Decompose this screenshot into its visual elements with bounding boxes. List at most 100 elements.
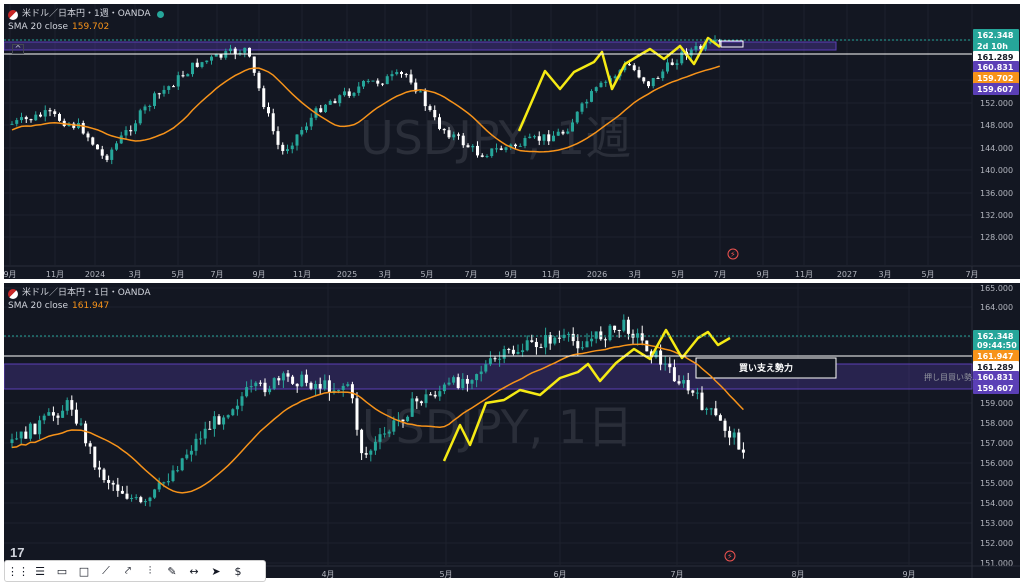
candle-body [110, 149, 114, 160]
x-axis-label: 11月 [46, 270, 64, 279]
candle-body [79, 423, 83, 425]
candle-body [534, 341, 538, 348]
daily-sma-label[interactable]: SMA 20 close [8, 300, 68, 313]
candle-body [38, 420, 42, 435]
candle-body [677, 381, 681, 384]
callout-icon[interactable]: ▭ [52, 562, 72, 580]
daily-legend: 米ドル／日本円・1日・OANDA SMA 20 close 161.947 [8, 287, 150, 313]
brush-icon[interactable]: ✎ [162, 562, 182, 580]
candle-body [571, 122, 574, 132]
candle-body [419, 91, 422, 93]
y-axis-label: 154.000 [980, 499, 1013, 508]
candle-body [567, 333, 571, 335]
position-icon[interactable]: ⫶ [140, 562, 160, 580]
candle-body [571, 333, 575, 342]
candle-body [88, 443, 92, 447]
drag-handle-icon[interactable]: ⋮⋮ [7, 562, 29, 580]
candle-body [723, 420, 727, 431]
candle-body [51, 412, 55, 416]
measure-icon[interactable]: ↔ [184, 562, 204, 580]
candle-body [566, 131, 570, 134]
candle-body [429, 394, 433, 396]
candle-body [708, 42, 712, 44]
candle-body [172, 86, 175, 88]
rectangle-icon[interactable]: □ [74, 562, 94, 580]
price-tag-label: 161.947 [977, 352, 1013, 361]
candle-body [409, 74, 413, 83]
weekly-legend: 米ドル／日本円・1週・OANDA SMA 20 close 159.702 [8, 8, 165, 34]
x-axis-label: 2024 [85, 270, 105, 279]
candle-body [134, 123, 137, 132]
candle-body [626, 319, 630, 334]
weekly-symbol-title[interactable]: 米ドル／日本円・1週・OANDA [22, 8, 150, 21]
candle-body [542, 134, 546, 141]
candle-body [695, 392, 699, 394]
candle-body [111, 482, 115, 485]
candle-body [670, 62, 674, 65]
weekly-sma-value: 159.702 [72, 22, 110, 32]
candle-body [167, 86, 171, 90]
candle-body [604, 81, 608, 83]
candle-body [714, 408, 718, 416]
candle-body [43, 110, 47, 117]
candle-body [533, 136, 536, 138]
cursor-icon[interactable]: ➤ [206, 562, 226, 580]
candle-body [490, 148, 494, 157]
candle-body [56, 415, 60, 418]
candle-body [248, 47, 251, 57]
candle-body [328, 101, 332, 105]
weekly-collapse-legend-button[interactable]: ^ [12, 44, 24, 54]
candle-body [324, 104, 327, 113]
dollar-icon[interactable]: $ [228, 562, 248, 580]
candle-body [387, 431, 391, 434]
candle-body [337, 389, 341, 391]
candle-body [295, 383, 299, 387]
weekly-chart-panel[interactable]: 164.000156.000152.000148.000144.000140.0… [4, 4, 1020, 279]
candle-body [447, 382, 451, 385]
drawing-toolbar: ⋮⋮ ☰ ▭ □ ⟋ ⤤ ⫶ ✎ ↔ ➤ $ [4, 560, 266, 582]
trendline-icon[interactable]: ⟋ [96, 562, 116, 580]
candle-body [373, 441, 377, 451]
candle-body [661, 71, 665, 79]
weekly-sma-label[interactable]: SMA 20 close [8, 21, 68, 34]
candle-body [537, 136, 541, 141]
candle-body [636, 333, 640, 338]
candle-body [262, 88, 266, 108]
daily-chart-canvas[interactable]: 165.000164.000163.000159.000158.000157.0… [4, 283, 1020, 578]
candle-body [93, 446, 97, 468]
price-tag-label: 159.702 [977, 74, 1013, 83]
candle-body [381, 83, 384, 85]
y-axis-label: 157.000 [980, 439, 1013, 448]
candle-body [124, 130, 128, 136]
candle-body [689, 49, 693, 56]
candle-body [281, 373, 285, 381]
candle-body [208, 428, 212, 430]
weekly-resistance-zone [4, 41, 837, 51]
candle-body [686, 380, 690, 391]
path-icon[interactable]: ⤤ [118, 562, 138, 580]
x-axis-label: 9月 [252, 270, 265, 279]
candle-body [366, 80, 370, 82]
daily-chart-panel[interactable]: 165.000164.000163.000159.000158.000157.0… [4, 283, 1020, 578]
daily-sma-value: 161.947 [72, 301, 110, 311]
tradingview-logo[interactable]: 17 [10, 545, 24, 560]
candle-body [138, 110, 142, 124]
candle-body [507, 349, 511, 351]
candle-body [47, 412, 51, 416]
lines-icon[interactable]: ☰ [30, 562, 50, 580]
candle-body [15, 120, 19, 124]
candle-body [343, 91, 346, 96]
candle-body [518, 145, 522, 147]
y-axis-label: 151.000 [980, 559, 1013, 568]
candle-body [290, 145, 294, 150]
x-axis-label: 7月 [713, 270, 726, 279]
x-axis-label: 5月 [671, 270, 684, 279]
candle-body [392, 420, 396, 432]
y-axis-label: 164.000 [980, 303, 1013, 312]
candle-body [217, 416, 221, 425]
daily-symbol-title[interactable]: 米ドル／日本円・1日・OANDA [22, 287, 150, 300]
x-axis-label: 11月 [293, 270, 311, 279]
candle-body [341, 385, 345, 390]
weekly-chart-canvas[interactable]: 164.000156.000152.000148.000144.000140.0… [4, 4, 1020, 279]
candle-body [181, 75, 185, 77]
